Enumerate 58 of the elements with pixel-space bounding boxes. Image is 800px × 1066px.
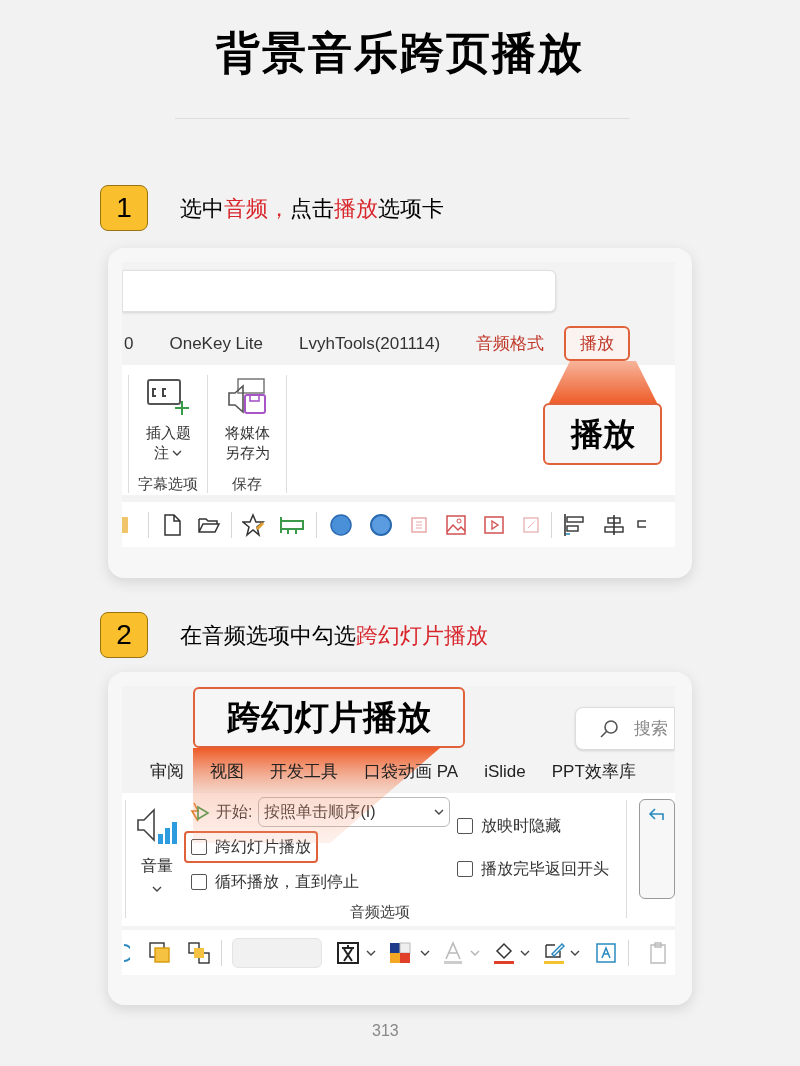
ribbon-tab[interactable]: 审阅 bbox=[137, 758, 197, 785]
search-field[interactable]: 搜索 bbox=[575, 707, 675, 750]
align-center-icon[interactable] bbox=[602, 512, 626, 537]
ribbon-tab[interactable]: 开发工具 bbox=[257, 758, 351, 785]
ribbon-tab[interactable]: 音频格式 bbox=[460, 325, 561, 362]
curved-edge-icon bbox=[122, 942, 130, 963]
ribbon-tab[interactable]: 视图 bbox=[197, 758, 257, 785]
group-label: 保存 bbox=[232, 473, 262, 494]
font-color-icon[interactable] bbox=[442, 940, 464, 965]
toolbar-edge-mark bbox=[122, 516, 128, 533]
ribbon-tab[interactable]: 0 bbox=[122, 325, 150, 362]
start-label: 开始: bbox=[215, 802, 253, 822]
image-icon[interactable] bbox=[445, 513, 467, 536]
page-number: 313 bbox=[372, 1021, 400, 1041]
captions-icon bbox=[146, 377, 190, 415]
step-instruction: 在音频选项中勾选跨幻灯片播放 bbox=[180, 621, 488, 650]
ribbon-tab[interactable]: 口袋动画 PA bbox=[351, 758, 472, 785]
color-swatch-icon[interactable] bbox=[388, 940, 412, 965]
ribbon-tab[interactable]: iSlide bbox=[471, 758, 539, 785]
ribbon-tab[interactable]: 播放 bbox=[564, 325, 631, 362]
callout-label: 播放 bbox=[543, 403, 662, 465]
search-icon bbox=[598, 717, 620, 740]
text-style-icon[interactable] bbox=[336, 940, 360, 965]
caret-icon bbox=[366, 949, 376, 956]
step-instruction: 选中音频，点击播放选项卡 bbox=[180, 194, 444, 223]
caret-icon bbox=[470, 949, 480, 956]
callout-label: 跨幻灯片播放 bbox=[193, 687, 465, 748]
step-number-badge: 2 bbox=[100, 612, 148, 658]
pen-outline-icon[interactable] bbox=[542, 940, 566, 965]
media-save-icon bbox=[225, 377, 269, 415]
caret-icon bbox=[172, 450, 182, 456]
send-backward-icon[interactable] bbox=[187, 940, 211, 965]
distribute-icon[interactable] bbox=[278, 514, 306, 535]
video-icon[interactable] bbox=[483, 514, 505, 535]
star-icon[interactable] bbox=[242, 512, 266, 537]
ribbon-tab[interactable]: LvyhTools(201114) bbox=[283, 325, 457, 362]
checkbox-option[interactable]: 放映时隐藏 bbox=[450, 810, 569, 842]
ribbon-button[interactable]: 插入题 注 bbox=[145, 375, 191, 469]
caret-icon bbox=[420, 949, 430, 956]
ribbon-tab[interactable]: PPT效率库 bbox=[538, 758, 649, 785]
checkbox-option[interactable]: 播放完毕返回开头 bbox=[450, 853, 617, 885]
step-number-badge: 1 bbox=[100, 185, 148, 231]
ribbon-button[interactable]: 将媒体 另存为 bbox=[224, 375, 270, 469]
document-icon[interactable] bbox=[161, 512, 183, 537]
text-box-icon[interactable] bbox=[594, 940, 618, 965]
circle-shape-icon[interactable] bbox=[329, 512, 353, 537]
caret-icon bbox=[434, 809, 445, 815]
page-title: 背景音乐跨页播放 bbox=[214, 27, 585, 79]
circle-shape-icon[interactable] bbox=[369, 512, 393, 537]
caret-icon bbox=[570, 949, 580, 956]
ribbon-tab[interactable]: OneKey Lite bbox=[153, 325, 280, 362]
caret-icon bbox=[520, 949, 530, 956]
caret-icon bbox=[151, 886, 162, 892]
ribbon-button[interactable] bbox=[639, 799, 675, 899]
group-label: 字幕选项 bbox=[138, 473, 198, 494]
bring-forward-icon[interactable] bbox=[148, 940, 172, 965]
group-label: 音频选项 bbox=[350, 902, 410, 922]
fill-bucket-icon[interactable] bbox=[492, 940, 516, 965]
